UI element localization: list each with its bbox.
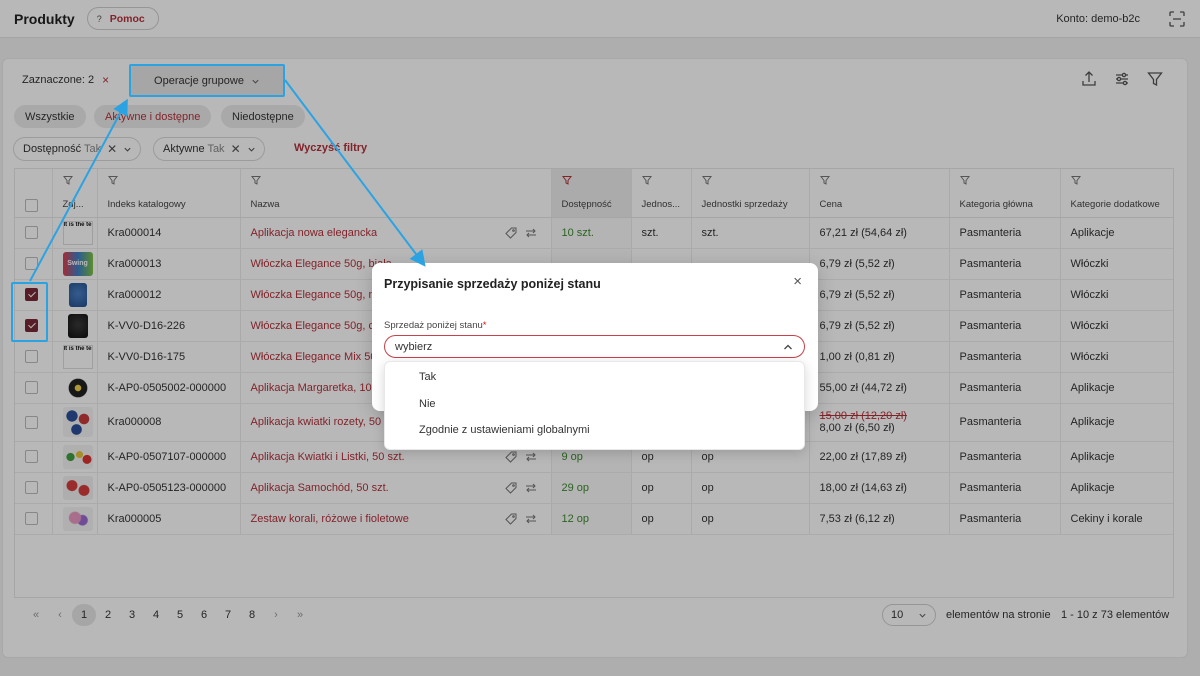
field-label: Sprzedaż poniżej stanu* bbox=[384, 320, 487, 331]
option-no[interactable]: Nie bbox=[419, 398, 436, 410]
select-value: wybierz bbox=[395, 340, 433, 353]
close-icon[interactable]: × bbox=[793, 273, 802, 290]
select-dropdown: Tak Nie Zgodnie z ustawieniami globalnym… bbox=[384, 361, 805, 450]
chevron-up-icon bbox=[784, 344, 792, 349]
sell-below-stock-select[interactable]: wybierz bbox=[384, 335, 805, 358]
annotation-highlight-group-ops bbox=[129, 64, 285, 97]
option-yes[interactable]: Tak bbox=[419, 371, 436, 383]
annotation-highlight-checkboxes bbox=[11, 282, 48, 342]
option-global-settings[interactable]: Zgodnie z ustawieniami globalnymi bbox=[419, 424, 590, 436]
modal-title: Przypisanie sprzedaży poniżej stanu bbox=[384, 277, 601, 291]
